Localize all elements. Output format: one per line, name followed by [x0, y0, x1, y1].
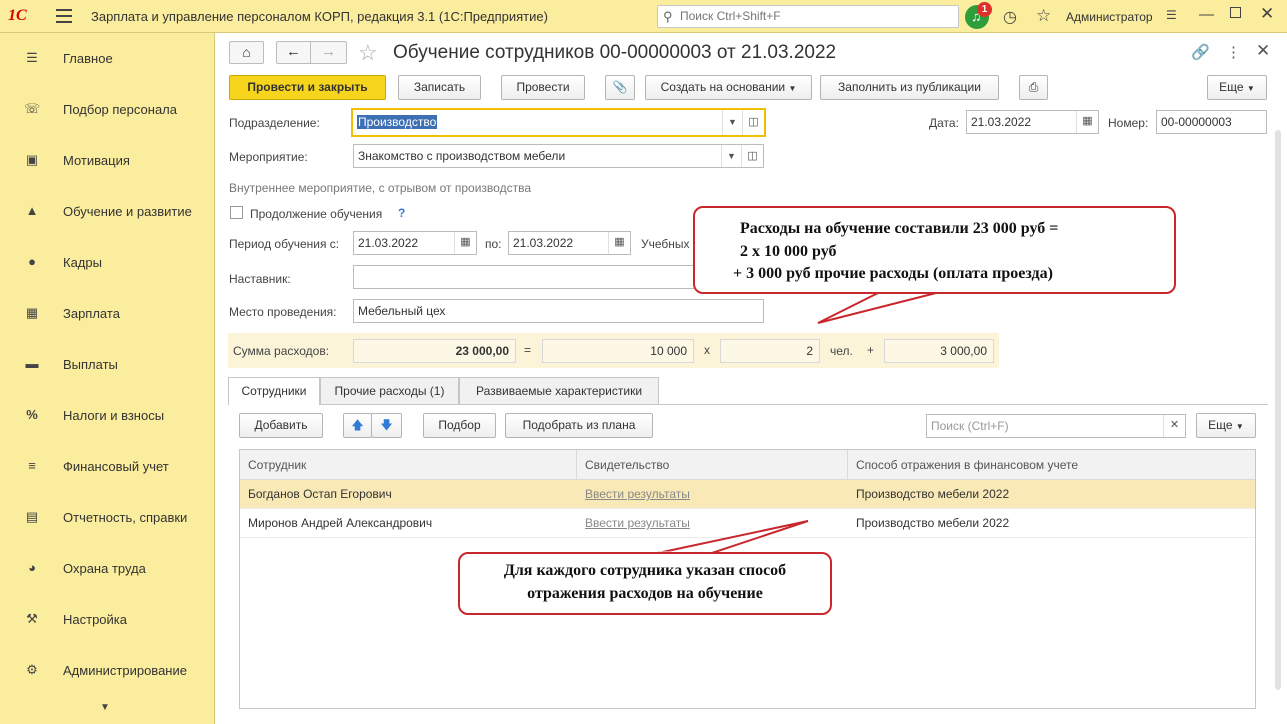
callout-bottom-pointer: [657, 520, 809, 554]
callout-line: Для каждого сотрудника указан способ: [503, 562, 787, 579]
callout-arrows: [657, 290, 941, 555]
callout-expenses-note: Расходы на обучение составили 23 000 руб…: [693, 206, 1176, 294]
callout-line: отражения расходов на обучение: [527, 585, 763, 602]
callout-line: + 3 000 руб прочие расходы (оплата проез…: [733, 265, 1053, 282]
callout-line: 2 х 10 000 руб: [740, 243, 837, 260]
callout-top-pointer: [817, 291, 941, 324]
callout-line: Расходы на обучение составили 23 000 руб…: [740, 220, 1059, 237]
callout-method-note: Для каждого сотрудника указан способ отр…: [458, 552, 832, 615]
